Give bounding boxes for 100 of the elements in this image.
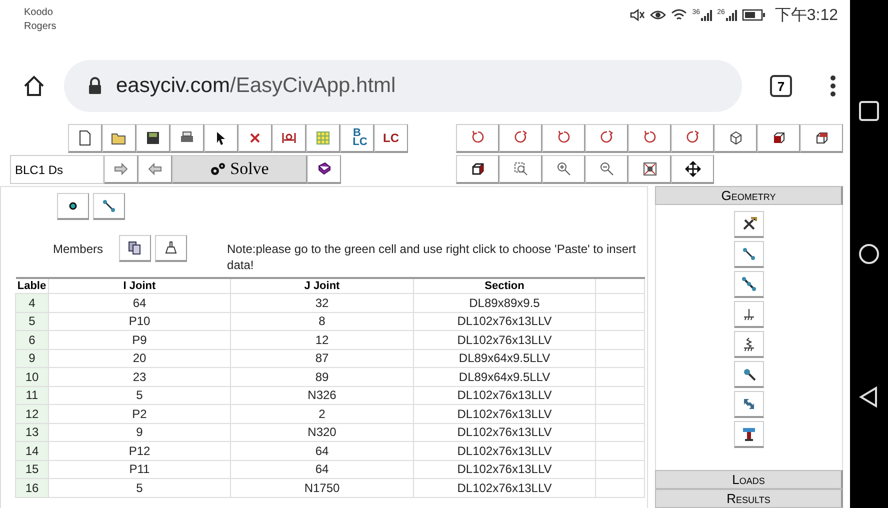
toolbar-button[interactable] [102,124,136,153]
column-header: I Joint [48,278,230,294]
table-cell: DL102x76x13LLV [414,423,596,442]
table-cell[interactable]: 16 [16,478,48,497]
table-cell[interactable]: 13 [16,423,48,442]
toolbar-button[interactable] [136,124,170,153]
toolbar-button[interactable] [757,124,800,153]
table-cell: P11 [48,460,230,478]
clock-time: 下午3:12 [774,6,838,26]
table-cell: 64 [230,442,414,460]
table-cell: 87 [230,349,414,368]
table-cell: 89 [230,368,414,386]
member-button[interactable] [93,193,125,220]
isometric-cube-icon [728,130,744,146]
support-icon [741,306,757,322]
url-text: easyciv.com/EasyCivApp.html [116,74,396,98]
table-cell[interactable]: 9 [16,349,48,368]
table-cell: 2 [230,404,414,423]
copy-icon [127,240,144,256]
toolbar-button[interactable] [307,155,341,184]
solve-button[interactable]: Solve [172,155,307,184]
table-cell: 9 [48,423,230,442]
table-cell: N320 [230,423,414,442]
fit-view-icon [642,161,658,177]
clear-button[interactable] [155,235,188,262]
table-cell: P12 [48,442,230,460]
node-button[interactable] [57,193,89,220]
left-arrow-icon [147,161,163,177]
table-cell: P10 [48,312,230,330]
table-cell: 23 [48,368,230,386]
column-header: Section [414,278,596,294]
menu-button[interactable] [828,73,838,99]
table-cell[interactable]: 10 [16,368,48,386]
table-cell: DL102x76x13LLV [414,330,596,349]
spring-support-icon [741,336,757,352]
zoom-window-icon [512,161,528,177]
home-icon[interactable] [858,242,880,265]
table-cell: DL89x64x9.5LLV [414,368,596,386]
table-cell: P2 [48,404,230,423]
broom-icon [163,240,180,256]
toolbar-button[interactable] [68,124,102,153]
table-cell: 5 [48,478,230,497]
table-cell[interactable]: 5 [16,312,48,330]
table-cell: 5 [48,386,230,404]
table-cell: DL102x76x13LLV [414,478,596,497]
move-icon [684,161,700,177]
geometry-tool-button[interactable] [734,301,764,328]
toolbar-button[interactable] [272,124,306,153]
table-cell: P9 [48,330,230,349]
lock-icon [88,77,102,95]
column-icon [741,426,757,442]
battery-icon [742,9,766,21]
toolbar-button[interactable] [800,124,843,153]
load-case-button[interactable]: LC [374,124,408,153]
geometry-tool-button[interactable] [734,391,764,418]
new-document-icon [77,130,93,146]
toolbar-button[interactable] [170,124,204,153]
table-cell[interactable]: 15 [16,460,48,478]
back-icon[interactable] [858,386,880,408]
toolbar-button[interactable] [628,155,671,184]
toolbar-button[interactable] [456,155,499,184]
geometry-tool-button[interactable] [734,331,764,358]
wifi-icon [671,8,688,22]
geometry-tool-button[interactable] [734,211,764,238]
recents-icon[interactable] [858,100,880,122]
mute-icon [629,8,646,22]
tools-icon [741,216,757,232]
toolbar-button[interactable] [714,124,757,153]
section-header[interactable]: Geometry [655,186,843,205]
signal-icon [724,9,737,21]
table-cell: DL102x76x13LLV [414,460,596,478]
toolbar-button[interactable] [671,155,714,184]
paste-instruction-note: Note:please go to the green cell and use right click to choose 'Paste' to insert data! [227,241,637,273]
table-cell: DL102x76x13LLV [414,386,596,404]
address-bar[interactable]: easyciv.com/EasyCivApp.html [64,60,742,112]
copy-button[interactable] [119,235,152,262]
carrier-name: Rogers [24,20,56,34]
table-cell: 64 [48,294,230,312]
geometry-tool-button[interactable] [734,421,764,448]
table-cell[interactable]: 14 [16,442,48,460]
table-cell[interactable]: 6 [16,330,48,349]
table-cell: 8 [230,312,414,330]
table-cell[interactable]: 12 [16,404,48,423]
load-case-field[interactable]: BLC1 Ds [10,155,104,184]
table-cell[interactable]: 11 [16,386,48,404]
signal-icon [700,9,712,21]
section-header[interactable]: Loads [655,470,843,489]
table-cell[interactable]: 4 [16,294,48,312]
table-cell: DL102x76x13LLV [414,442,596,460]
boundary-condition-button[interactable]: B LC [340,124,374,153]
section-header[interactable]: Results [655,489,843,508]
table-cell: N326 [230,386,414,404]
table-cell: N1750 [230,478,414,497]
zoom-in-icon [556,161,572,177]
tab-count-button[interactable]: 7 [770,75,792,97]
right-arrow-icon [113,161,129,177]
toolbar-button[interactable] [204,124,238,153]
table-cell: 12 [230,330,414,349]
carrier-name: Koodo [24,6,54,20]
dimension-icon [281,130,297,146]
